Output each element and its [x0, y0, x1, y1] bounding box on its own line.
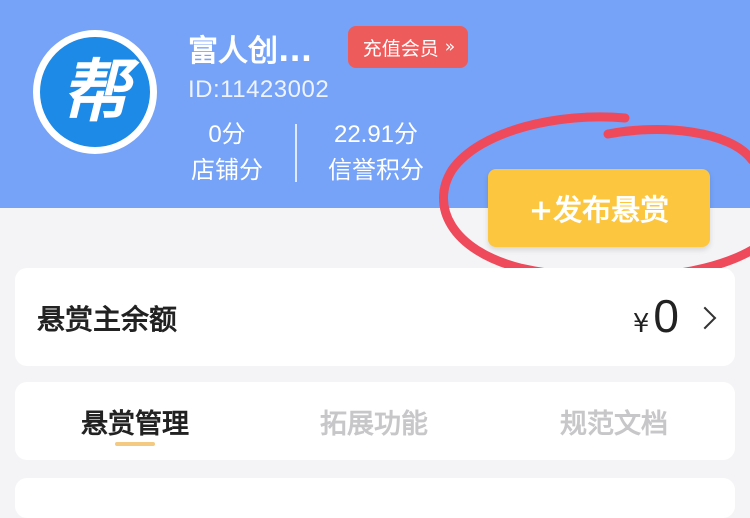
- user-id: ID:11423002: [188, 76, 330, 103]
- credit-score-label: 信誉积分: [328, 156, 424, 184]
- chevron-right-icon: [693, 306, 717, 330]
- shop-score-stat[interactable]: 0分 店铺分: [186, 120, 268, 186]
- currency-symbol: ¥: [632, 309, 650, 339]
- credit-score-value: 22.91分: [333, 121, 419, 148]
- active-tab-indicator: [115, 442, 155, 446]
- balance-label: 悬赏主余额: [37, 303, 178, 336]
- tab-extended-functions[interactable]: 拓展功能: [320, 402, 428, 441]
- recharge-vip-label: 充值会员: [362, 37, 439, 60]
- username: 富人创...: [188, 34, 313, 69]
- double-chevron-right-icon: »: [444, 37, 456, 57]
- shop-score-label: 店铺分: [191, 156, 263, 184]
- avatar-glyph: 帮: [60, 52, 129, 132]
- tab-reward-management[interactable]: 悬赏管理: [81, 402, 189, 441]
- credit-score-stat[interactable]: 22.91分 信誉积分: [320, 120, 432, 186]
- publish-reward-button[interactable]: +发布悬赏: [488, 169, 710, 247]
- tab-guideline-docs[interactable]: 规范文档: [560, 402, 668, 441]
- stat-divider: [295, 124, 297, 182]
- content-card: [15, 478, 735, 518]
- reward-balance-card[interactable]: 悬赏主余额 ¥ 0: [15, 268, 735, 366]
- recharge-vip-button[interactable]: 充值会员 »: [348, 26, 468, 68]
- function-tabs: 悬赏管理 拓展功能 规范文档: [15, 382, 735, 460]
- avatar[interactable]: 帮: [33, 30, 157, 154]
- shop-score-value: 0分: [208, 121, 246, 148]
- avatar-logo: 帮: [40, 37, 150, 147]
- balance-amount: 0: [653, 290, 679, 342]
- balance-value: ¥ 0: [633, 290, 679, 342]
